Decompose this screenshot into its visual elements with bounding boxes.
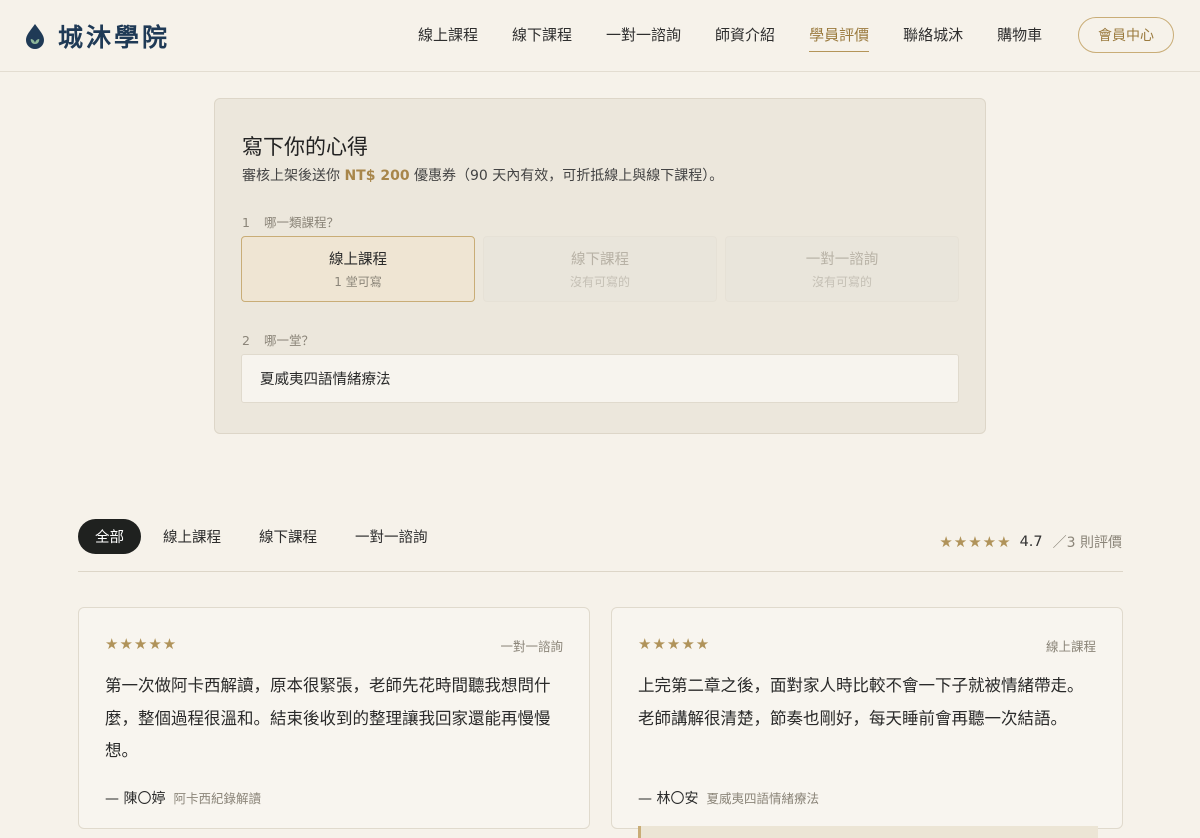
teacher-reply-box (638, 826, 1098, 838)
lesson-select-value: 夏威夷四語情緒療法 (260, 372, 391, 388)
divider (78, 571, 1123, 572)
choice-sub: 沒有可寫的 (569, 275, 630, 289)
review-category: 一對一諮詢 (500, 639, 563, 654)
review-category: 線上課程 (1045, 639, 1096, 654)
write-review-panel: 寫下你的心得 審核上架後送你 NT$ 200 優惠券（90 天內有效，可折抵線上… (214, 98, 986, 434)
nav-offline-courses[interactable]: 線下課程 (512, 24, 572, 52)
nav-teachers[interactable]: 師資介紹 (715, 24, 775, 52)
review-text: 第一次做阿卡西解讀，原本很緊張，老師先花時間聽我想問什麼，整個過程很溫和。結束後… (105, 676, 551, 760)
nav-reviews[interactable]: 學員評價 (809, 24, 870, 52)
rating-average: 4.7 (1019, 534, 1043, 550)
choice-online[interactable]: 線上課程 1 堂可寫 (241, 236, 475, 302)
step1-label: 1 哪一類課程？ (242, 212, 339, 231)
review-card: ★★★★★ 線上課程 上完第二章之後，面對家人時比較不會一下子就被情緒帶走。老師… (611, 607, 1123, 838)
choice-sub: 1 堂可寫 (334, 275, 382, 289)
choice-offline[interactable]: 線下課程 沒有可寫的 (483, 236, 717, 302)
category-choices: 線上課程 1 堂可寫 線下課程 沒有可寫的 一對一諮詢 沒有可寫的 (241, 236, 967, 302)
subtitle-text-after: 優惠券（90 天內有效，可折抵線上與線下課程）。 (409, 168, 724, 184)
site-header: 城沐學院 線上課程 線下課程 一對一諮詢 師資介紹 學員評價 聯絡城沐 購物車 … (0, 0, 1200, 72)
review-author-line: — 林〇安 夏威夷四語情緒療法 (638, 788, 819, 808)
review-author-line: — 陳〇婷 阿卡西紀錄解讀 (105, 788, 261, 808)
review-card: ★★★★★ 一對一諮詢 第一次做阿卡西解讀，原本很緊張，老師先花時間聽我想問什麼… (78, 607, 590, 829)
step2-number: 2 (242, 333, 250, 348)
panel-subtitle: 審核上架後送你 NT$ 200 優惠券（90 天內有效，可折抵線上與線下課程）。 (242, 165, 723, 185)
star-icon: ★★★★★ (638, 635, 711, 653)
member-center-button[interactable]: 會員中心 (1078, 17, 1174, 53)
tab-offline[interactable]: 線下課程 (259, 526, 317, 547)
review-filter-tabs: 全部 線上課程 線下課程 一對一諮詢 (78, 519, 466, 554)
panel-title: 寫下你的心得 (242, 135, 368, 159)
review-course: 夏威夷四語情緒療法 (706, 791, 819, 806)
choice-label: 一對一諮詢 (805, 252, 879, 268)
review-author: — 陳〇婷 (105, 791, 166, 807)
step2-label: 2 哪一堂？ (242, 330, 314, 349)
choice-sub: 沒有可寫的 (811, 275, 872, 289)
drop-leaf-icon (26, 24, 44, 49)
tab-consultation[interactable]: 一對一諮詢 (355, 526, 428, 547)
rating-count: ／3 則評價 (1052, 535, 1122, 551)
rating-summary: ★★★★★ 4.7 ／3 則評價 (939, 532, 1122, 552)
brand-name: 城沐學院 (58, 23, 171, 52)
choice-consultation[interactable]: 一對一諮詢 沒有可寫的 (725, 236, 959, 302)
review-text: 上完第二章之後，面對家人時比較不會一下子就被情緒帶走。老師講解很清楚，節奏也剛好… (638, 676, 1084, 728)
review-author: — 林〇安 (638, 791, 699, 807)
tab-all[interactable]: 全部 (78, 519, 141, 554)
step2-text: 哪一堂？ (263, 333, 314, 348)
step1-text: 哪一類課程？ (263, 215, 339, 230)
subtitle-text-before: 審核上架後送你 (242, 168, 345, 184)
nav-consultation[interactable]: 一對一諮詢 (606, 24, 681, 52)
nav-cart[interactable]: 購物車 (997, 24, 1042, 52)
star-icon: ★★★★★ (939, 533, 1012, 551)
nav-online-courses[interactable]: 線上課程 (418, 24, 478, 52)
coupon-amount: NT$ 200 (344, 168, 410, 184)
choice-label: 線上課程 (329, 252, 387, 268)
tab-online[interactable]: 線上課程 (163, 526, 221, 547)
star-icon: ★★★★★ (105, 635, 178, 653)
main-nav: 線上課程 線下課程 一對一諮詢 師資介紹 學員評價 聯絡城沐 購物車 (418, 24, 1076, 52)
nav-contact[interactable]: 聯絡城沐 (903, 24, 963, 52)
brand-logo[interactable]: 城沐學院 (24, 18, 170, 54)
choice-label: 線下課程 (571, 252, 629, 268)
lesson-select[interactable]: 夏威夷四語情緒療法 (241, 354, 959, 403)
review-course: 阿卡西紀錄解讀 (173, 791, 261, 806)
step1-number: 1 (242, 215, 250, 230)
